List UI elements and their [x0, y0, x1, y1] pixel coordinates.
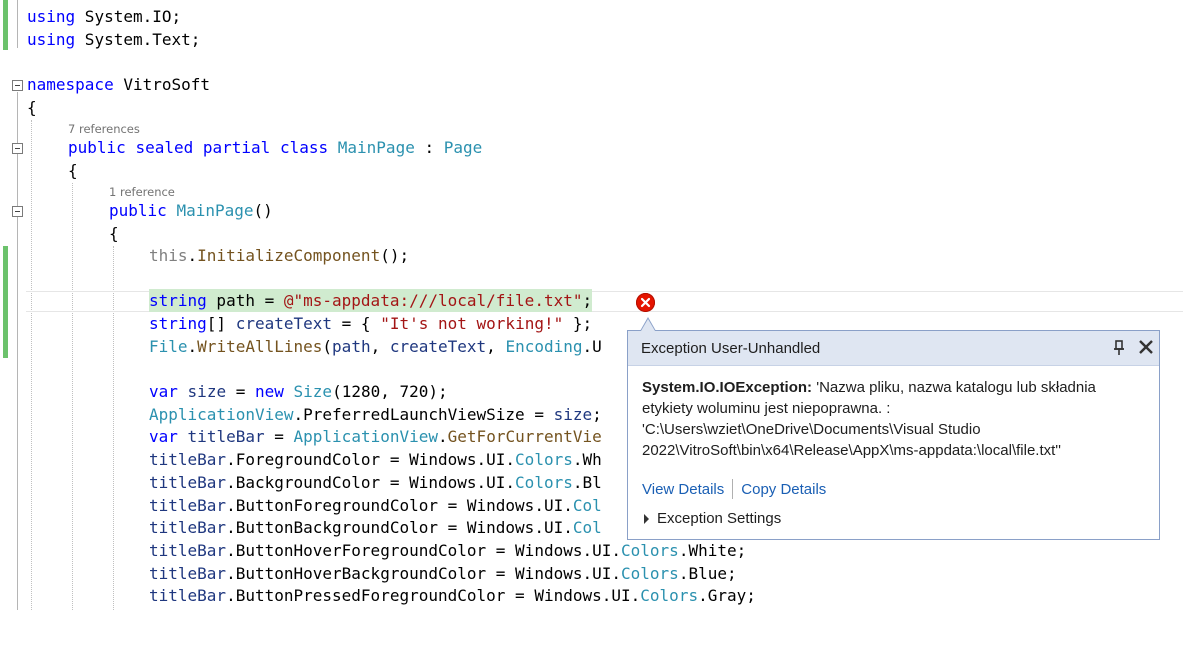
code-line: { [0, 96, 1183, 119]
code-text: System.Text; [75, 30, 201, 49]
code-line: { [0, 222, 1183, 245]
exception-popup: Exception User-Unhandled System.IO.IOExc… [627, 330, 1160, 540]
error-x-glyph [640, 297, 651, 308]
exception-type: System.IO.IOException: [642, 379, 813, 396]
ctor-references-codelens[interactable]: 1 reference [109, 184, 175, 200]
exception-settings-label: Exception Settings [657, 510, 782, 527]
exception-settings-expander[interactable]: Exception Settings [644, 510, 781, 527]
view-details-link[interactable]: View Details [642, 481, 724, 498]
keyword: using [27, 30, 76, 49]
code-line: using System.IO; [0, 5, 1183, 28]
link-separator [732, 479, 734, 499]
popup-pointer-fill [641, 319, 655, 331]
code-line: titleBar.ButtonPressedForegroundColor = … [149, 586, 756, 605]
keyword: namespace [27, 75, 114, 94]
code-line: titleBar.ButtonHoverBackgroundColor = Wi… [149, 564, 737, 583]
exception-message: System.IO.IOException: 'Nazwa pliku, naz… [642, 377, 1142, 461]
code-line: public MainPage() [109, 201, 273, 220]
popup-links: View Details Copy Details [642, 479, 826, 499]
brace: { [68, 161, 78, 180]
code-line: { [0, 159, 1183, 182]
code-line: using System.Text; [0, 28, 1183, 51]
expand-triangle-icon [644, 513, 649, 524]
pin-icon[interactable] [1112, 339, 1126, 357]
code-line: namespace VitroSoft [0, 73, 1183, 96]
current-code-line: string path = @"ms-appdata:///local/file… [149, 289, 593, 312]
popup-title: Exception User-Unhandled [641, 340, 821, 357]
namespace-name: VitroSoft [113, 75, 211, 94]
code-text: System.IO; [75, 7, 182, 26]
brace: { [27, 98, 37, 117]
brace: { [109, 224, 119, 243]
close-icon[interactable] [1136, 337, 1156, 357]
copy-details-link[interactable]: Copy Details [741, 481, 826, 498]
code-line: public sealed partial class MainPage : P… [68, 138, 483, 157]
code-line: this.InitializeComponent(); [149, 246, 410, 265]
keyword: using [27, 7, 76, 26]
error-circle-icon[interactable] [636, 293, 655, 312]
popup-header: Exception User-Unhandled [628, 331, 1159, 366]
class-references-codelens[interactable]: 7 references [68, 121, 140, 137]
code-line: titleBar.ButtonHoverForegroundColor = Wi… [149, 541, 747, 560]
